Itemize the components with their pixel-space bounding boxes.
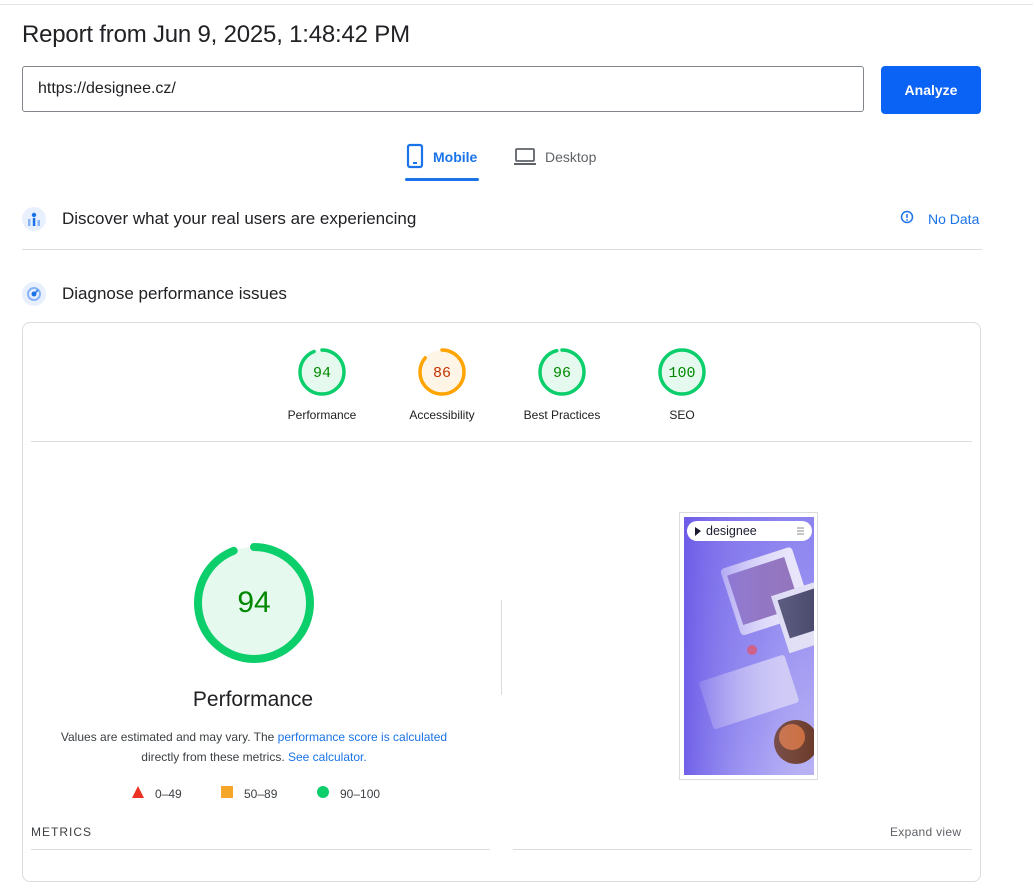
tab-mobile-label: Mobile bbox=[433, 149, 478, 165]
legend-fail: 0–49 bbox=[131, 785, 182, 802]
gauge-label-performance: Performance bbox=[287, 408, 357, 422]
laptop-icon bbox=[513, 143, 537, 172]
lab-data-title: Diagnose performance issues bbox=[62, 284, 287, 303]
diagnose-gauge-icon bbox=[22, 282, 46, 306]
legend-pass-range: 90–100 bbox=[340, 786, 381, 801]
gauge-ring-seo: 100 bbox=[658, 348, 706, 396]
performance-score-link[interactable]: performance score is calculated bbox=[278, 730, 447, 744]
page-title: Report from Jun 9, 2025, 1:48:42 PM bbox=[22, 21, 410, 48]
gauge-accessibility[interactable]: 86 Accessibility bbox=[382, 346, 502, 422]
category-gauges: 94 Performance 86 Accessibility 96 Best … bbox=[262, 346, 742, 422]
tab-desktop[interactable]: Desktop bbox=[513, 143, 596, 181]
desc-prefix: Values are estimated and may vary. The bbox=[60, 730, 278, 744]
average-square-icon bbox=[220, 785, 234, 802]
metrics-divider-left bbox=[31, 849, 490, 850]
mobile-phone-icon bbox=[405, 143, 425, 172]
gauge-performance[interactable]: 94 Performance bbox=[262, 346, 382, 422]
no-data-status: No Data bbox=[900, 210, 979, 227]
performance-score-gauge: 94 bbox=[194, 543, 314, 663]
no-data-label: No Data bbox=[928, 210, 980, 227]
screenshot-brand: designee bbox=[706, 524, 757, 538]
see-calculator-link[interactable]: See calculator. bbox=[288, 750, 367, 764]
legend-average: 50–89 bbox=[220, 785, 277, 802]
performance-title: Performance bbox=[192, 688, 314, 711]
vertical-separator bbox=[501, 600, 502, 695]
fail-triangle-icon bbox=[131, 785, 145, 802]
gauge-score-seo: 100 bbox=[668, 365, 695, 382]
metrics-heading: METRICS bbox=[31, 825, 92, 839]
users-chart-icon bbox=[22, 207, 46, 231]
tab-desktop-label: Desktop bbox=[545, 149, 597, 165]
metrics-divider-right bbox=[513, 849, 972, 850]
field-data-title: Discover what your real users are experi… bbox=[62, 209, 417, 228]
gauge-label-accessibility: Accessibility bbox=[409, 408, 475, 422]
legend-average-range: 50–89 bbox=[244, 786, 278, 801]
info-icon bbox=[900, 210, 914, 227]
gauge-ring-accessibility: 86 bbox=[418, 348, 466, 396]
tab-mobile-indicator bbox=[405, 178, 479, 181]
section-divider bbox=[22, 249, 982, 250]
gauges-divider bbox=[31, 441, 972, 442]
gauge-label-best-practices: Best Practices bbox=[523, 408, 601, 422]
pass-circle-icon bbox=[316, 785, 330, 802]
analyze-button[interactable]: Analyze bbox=[881, 66, 981, 114]
performance-description: Values are estimated and may vary. The p… bbox=[60, 727, 448, 767]
gauge-label-seo: SEO bbox=[669, 408, 695, 422]
legend-pass: 90–100 bbox=[316, 785, 380, 802]
gauge-best-practices[interactable]: 96 Best Practices bbox=[502, 346, 622, 422]
top-border bbox=[0, 4, 1033, 5]
gauge-ring-best-practices: 96 bbox=[538, 348, 586, 396]
gauge-ring-performance: 94 bbox=[298, 348, 346, 396]
legend-fail-range: 0–49 bbox=[155, 786, 182, 801]
url-input[interactable] bbox=[22, 66, 864, 112]
final-screenshot[interactable]: designee bbox=[684, 517, 814, 775]
gauge-score-best-practices: 96 bbox=[553, 365, 571, 382]
gauge-score-performance: 94 bbox=[313, 365, 331, 382]
gauge-seo[interactable]: 100 SEO bbox=[622, 346, 742, 422]
tab-mobile[interactable]: Mobile bbox=[405, 143, 479, 181]
desc-middle: directly from these metrics. bbox=[141, 750, 288, 764]
expand-view-button[interactable]: Expand view bbox=[890, 825, 961, 839]
performance-score-value: 94 bbox=[237, 586, 270, 619]
gauge-score-accessibility: 86 bbox=[433, 365, 451, 382]
